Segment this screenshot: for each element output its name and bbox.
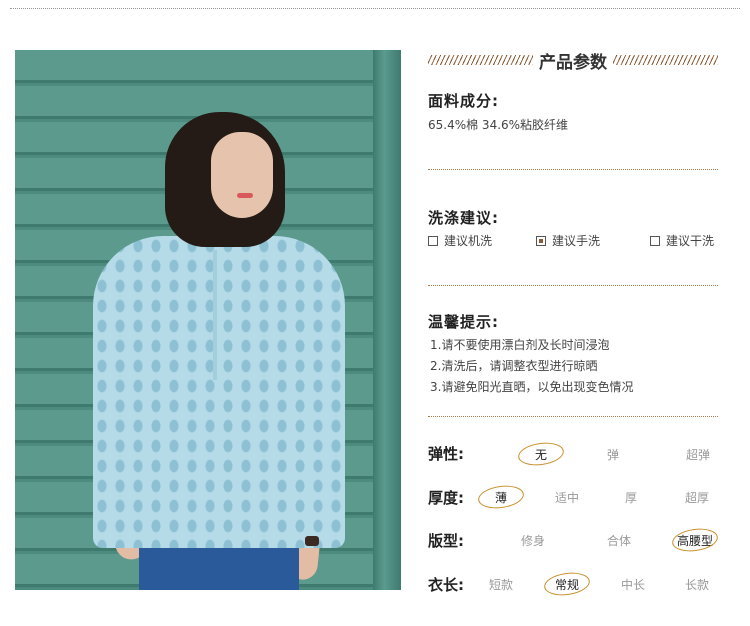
model-blouse bbox=[93, 236, 345, 548]
wash-option-hand: 建议手洗 bbox=[536, 232, 600, 249]
door-frame bbox=[373, 50, 401, 590]
attr-label-fit: 版型: bbox=[428, 532, 464, 550]
attr-option-selected: 薄 bbox=[474, 489, 528, 506]
divider bbox=[428, 416, 718, 417]
section-title: 产品参数 bbox=[539, 52, 607, 73]
model-lips bbox=[237, 193, 253, 198]
attr-label-length: 衣长: bbox=[428, 576, 464, 594]
divider bbox=[428, 285, 718, 286]
wash-option-label: 建议干洗 bbox=[666, 234, 715, 248]
tip-item: 3.请避免阳光直晒，以免出现变色情况 bbox=[430, 380, 634, 394]
attr-option: 超厚 bbox=[684, 491, 709, 505]
attr-label-elasticity: 弹性: bbox=[428, 445, 464, 463]
wash-option-dry: 建议干洗 bbox=[650, 232, 714, 249]
wash-hand-checkbox bbox=[536, 235, 546, 246]
attr-option: 中长 bbox=[620, 578, 645, 592]
tips-heading: 温馨提示: bbox=[428, 313, 499, 331]
wash-dry-checkbox bbox=[650, 235, 660, 246]
title-hatch-left bbox=[428, 55, 533, 65]
wash-option-machine: 建议机洗 bbox=[428, 232, 492, 249]
attr-option: 合体 bbox=[606, 534, 631, 548]
attr-option: 长款 bbox=[684, 578, 709, 592]
attr-option: 短款 bbox=[488, 578, 513, 592]
blouse-placket bbox=[213, 250, 217, 380]
attr-option: 修身 bbox=[520, 534, 545, 548]
attr-option-selected: 常规 bbox=[540, 576, 594, 593]
attr-label-thickness: 厚度: bbox=[428, 489, 464, 507]
wash-machine-checkbox bbox=[428, 235, 438, 246]
attr-option-selected: 无 bbox=[514, 446, 568, 463]
top-divider bbox=[10, 8, 740, 9]
attr-option: 超弹 bbox=[685, 448, 710, 462]
tip-item: 2.清洗后，请调整衣型进行晾晒 bbox=[430, 359, 598, 373]
section-title-row: 产品参数 bbox=[428, 46, 718, 74]
attr-option: 厚 bbox=[624, 491, 637, 505]
title-hatch-right bbox=[613, 55, 718, 65]
divider bbox=[428, 169, 718, 170]
attr-option-selected: 高腰型 bbox=[668, 532, 722, 549]
wash-option-label: 建议手洗 bbox=[552, 234, 601, 248]
model-watch bbox=[305, 536, 319, 546]
wash-option-label: 建议机洗 bbox=[444, 234, 493, 248]
attr-option: 适中 bbox=[554, 491, 579, 505]
tip-item: 1.请不要使用漂白剂及长时间浸泡 bbox=[430, 338, 610, 352]
attr-option: 弹 bbox=[606, 448, 619, 462]
fabric-heading: 面料成分: bbox=[428, 92, 499, 110]
fabric-value: 65.4%棉 34.6%粘胶纤维 bbox=[428, 118, 569, 132]
model-photo bbox=[15, 50, 401, 590]
model-face bbox=[211, 132, 273, 218]
wash-heading: 洗涤建议: bbox=[428, 209, 499, 227]
